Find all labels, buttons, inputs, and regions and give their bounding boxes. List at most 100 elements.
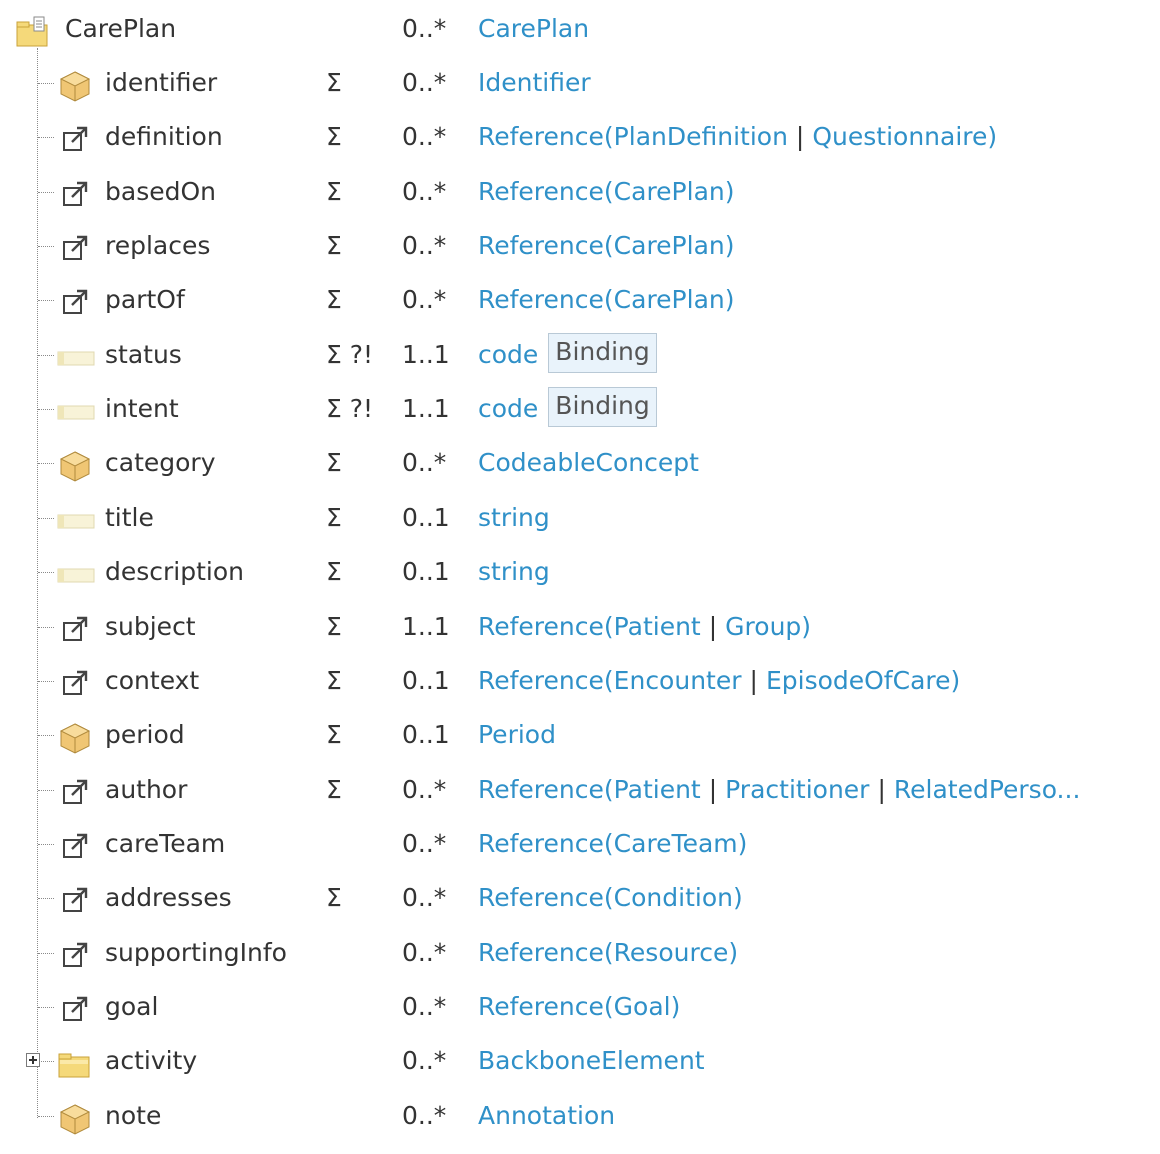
reference-icon — [58, 121, 92, 153]
tree-branch-line — [38, 463, 54, 465]
element-flags: Σ — [326, 285, 342, 315]
type-link[interactable]: CodeableConcept — [478, 448, 699, 477]
type-link[interactable]: CarePlan — [614, 177, 725, 206]
binding-badge[interactable]: Binding — [548, 387, 657, 428]
element-name: goal — [105, 991, 159, 1021]
tree-row: careTeam 0..* Reference(CareTeam) — [0, 817, 1160, 871]
tree-row: title Σ 0..1 string — [0, 491, 1160, 545]
type-link[interactable]: CarePlan — [614, 231, 725, 260]
element-cardinality: 0..1 — [402, 720, 450, 750]
tree-branch-line — [38, 517, 54, 519]
type-link[interactable]: Questionnaire — [812, 122, 987, 151]
element-name: note — [105, 1100, 162, 1130]
type-link[interactable]: CarePlan — [614, 285, 725, 314]
type-link[interactable]: Reference — [478, 883, 604, 912]
root-type[interactable]: CarePlan — [478, 2, 589, 56]
type-separator: | — [749, 665, 758, 695]
element-name: description — [105, 557, 245, 587]
tree-row: definition Σ 0..* Reference(PlanDefinition |… — [0, 110, 1160, 164]
type-link[interactable]: Encounter — [614, 666, 742, 695]
datatype-cube-icon — [58, 447, 92, 482]
tree-branch-line — [38, 1115, 54, 1117]
tree-row: goal 0..* Reference(Goal) — [0, 980, 1160, 1034]
type-link[interactable]: string — [478, 503, 550, 532]
type-link[interactable]: Period — [478, 720, 556, 749]
type-link[interactable]: CareTeam — [614, 829, 738, 858]
type-punctuation: ( — [603, 883, 614, 913]
tree-row: category Σ 0..* CodeableConcept — [0, 436, 1160, 490]
element-cardinality: 0..* — [402, 937, 447, 967]
type-link[interactable]: Reference — [478, 177, 604, 206]
type-link[interactable]: Goal — [614, 992, 671, 1021]
element-name: intent — [105, 394, 179, 424]
element-flags: Σ — [326, 68, 342, 97]
element-type: Reference(PlanDefinition | Questionnaire) — [478, 110, 997, 164]
primitive-icon — [56, 393, 95, 425]
element-type: CodeableConcept — [478, 436, 699, 490]
type-link[interactable]: Reference — [478, 775, 604, 804]
type-link[interactable]: PlanDefinition — [614, 122, 788, 151]
element-folder-icon — [58, 1045, 92, 1078]
primitive-icon — [56, 339, 95, 371]
type-link[interactable]: Reference — [478, 231, 604, 260]
type-link[interactable]: Annotation — [478, 1101, 615, 1130]
type-link[interactable]: BackboneElement — [478, 1046, 705, 1075]
tree-row: basedOn Σ 0..* Reference(CarePlan) — [0, 165, 1160, 219]
type-link[interactable]: Patient — [614, 612, 701, 641]
element-name: title — [105, 502, 154, 532]
element-cardinality: 0..* — [402, 991, 447, 1021]
tree-row: supportingInfo 0..* Reference(Resource) — [0, 926, 1160, 980]
type-punctuation: ( — [603, 774, 614, 804]
type-link[interactable]: Reference — [478, 122, 604, 151]
tree-row: description Σ 0..1 string — [0, 545, 1160, 599]
element-cardinality: 0..1 — [402, 557, 450, 587]
element-name: author — [105, 774, 188, 804]
type-link[interactable]: EpisodeOfCare — [766, 666, 951, 695]
type-link[interactable]: Reference — [478, 992, 604, 1021]
reference-icon — [58, 991, 92, 1023]
type-separator: | — [877, 774, 886, 804]
type-separator: | — [708, 774, 718, 804]
type-link[interactable]: Practitioner — [725, 775, 869, 804]
tree-branch-line — [38, 572, 54, 574]
root-type-link[interactable]: CarePlan — [478, 14, 589, 43]
type-link[interactable]: Reference — [478, 612, 604, 641]
element-type: Reference(Patient | Practitioner | RelatedPe… — [478, 763, 1080, 817]
tree-branch-line — [38, 952, 54, 954]
type-link[interactable]: Reference — [478, 938, 604, 967]
type-link[interactable]: Condition — [614, 883, 733, 912]
element-flags: Σ — [326, 557, 342, 587]
tree-row: subject Σ 1..1 Reference(Patient | Group) — [0, 600, 1160, 654]
element-type: Annotation — [478, 1089, 615, 1143]
expand-toggle-icon[interactable] — [26, 1053, 40, 1068]
element-type: string — [478, 545, 550, 599]
type-link[interactable]: Resource — [614, 938, 729, 967]
element-cardinality: 0..1 — [402, 502, 450, 532]
type-link[interactable]: code — [478, 340, 538, 369]
type-link[interactable]: RelatedPerso... — [894, 775, 1081, 804]
type-link[interactable]: Reference — [478, 666, 604, 695]
element-name: context — [105, 665, 200, 695]
element-flags: Σ — [326, 502, 342, 532]
type-punctuation: ( — [603, 937, 614, 967]
binding-badge[interactable]: Binding — [548, 332, 657, 373]
type-link[interactable]: code — [478, 394, 538, 423]
element-type: Reference(CarePlan) — [478, 273, 735, 327]
tree-row: status Σ ?! 1..1 code Binding — [0, 328, 1160, 382]
element-type: code Binding — [478, 328, 657, 382]
reference-icon — [58, 176, 92, 208]
element-name: period — [105, 720, 185, 750]
element-name: supportingInfo — [105, 937, 287, 967]
element-name: category — [105, 448, 216, 478]
element-flags: Σ ?! — [326, 394, 374, 424]
type-punctuation: ) — [724, 231, 735, 261]
type-link[interactable]: string — [478, 557, 550, 586]
type-link[interactable]: Group — [725, 612, 801, 641]
type-punctuation: ) — [728, 937, 739, 967]
element-cardinality: 0..* — [402, 231, 447, 261]
type-link[interactable]: Patient — [614, 775, 701, 804]
type-link[interactable]: Reference — [478, 829, 604, 858]
type-link[interactable]: Reference — [478, 285, 604, 314]
type-link[interactable]: Identifier — [478, 68, 591, 97]
tree-row: activity 0..* BackboneElement — [0, 1034, 1160, 1088]
